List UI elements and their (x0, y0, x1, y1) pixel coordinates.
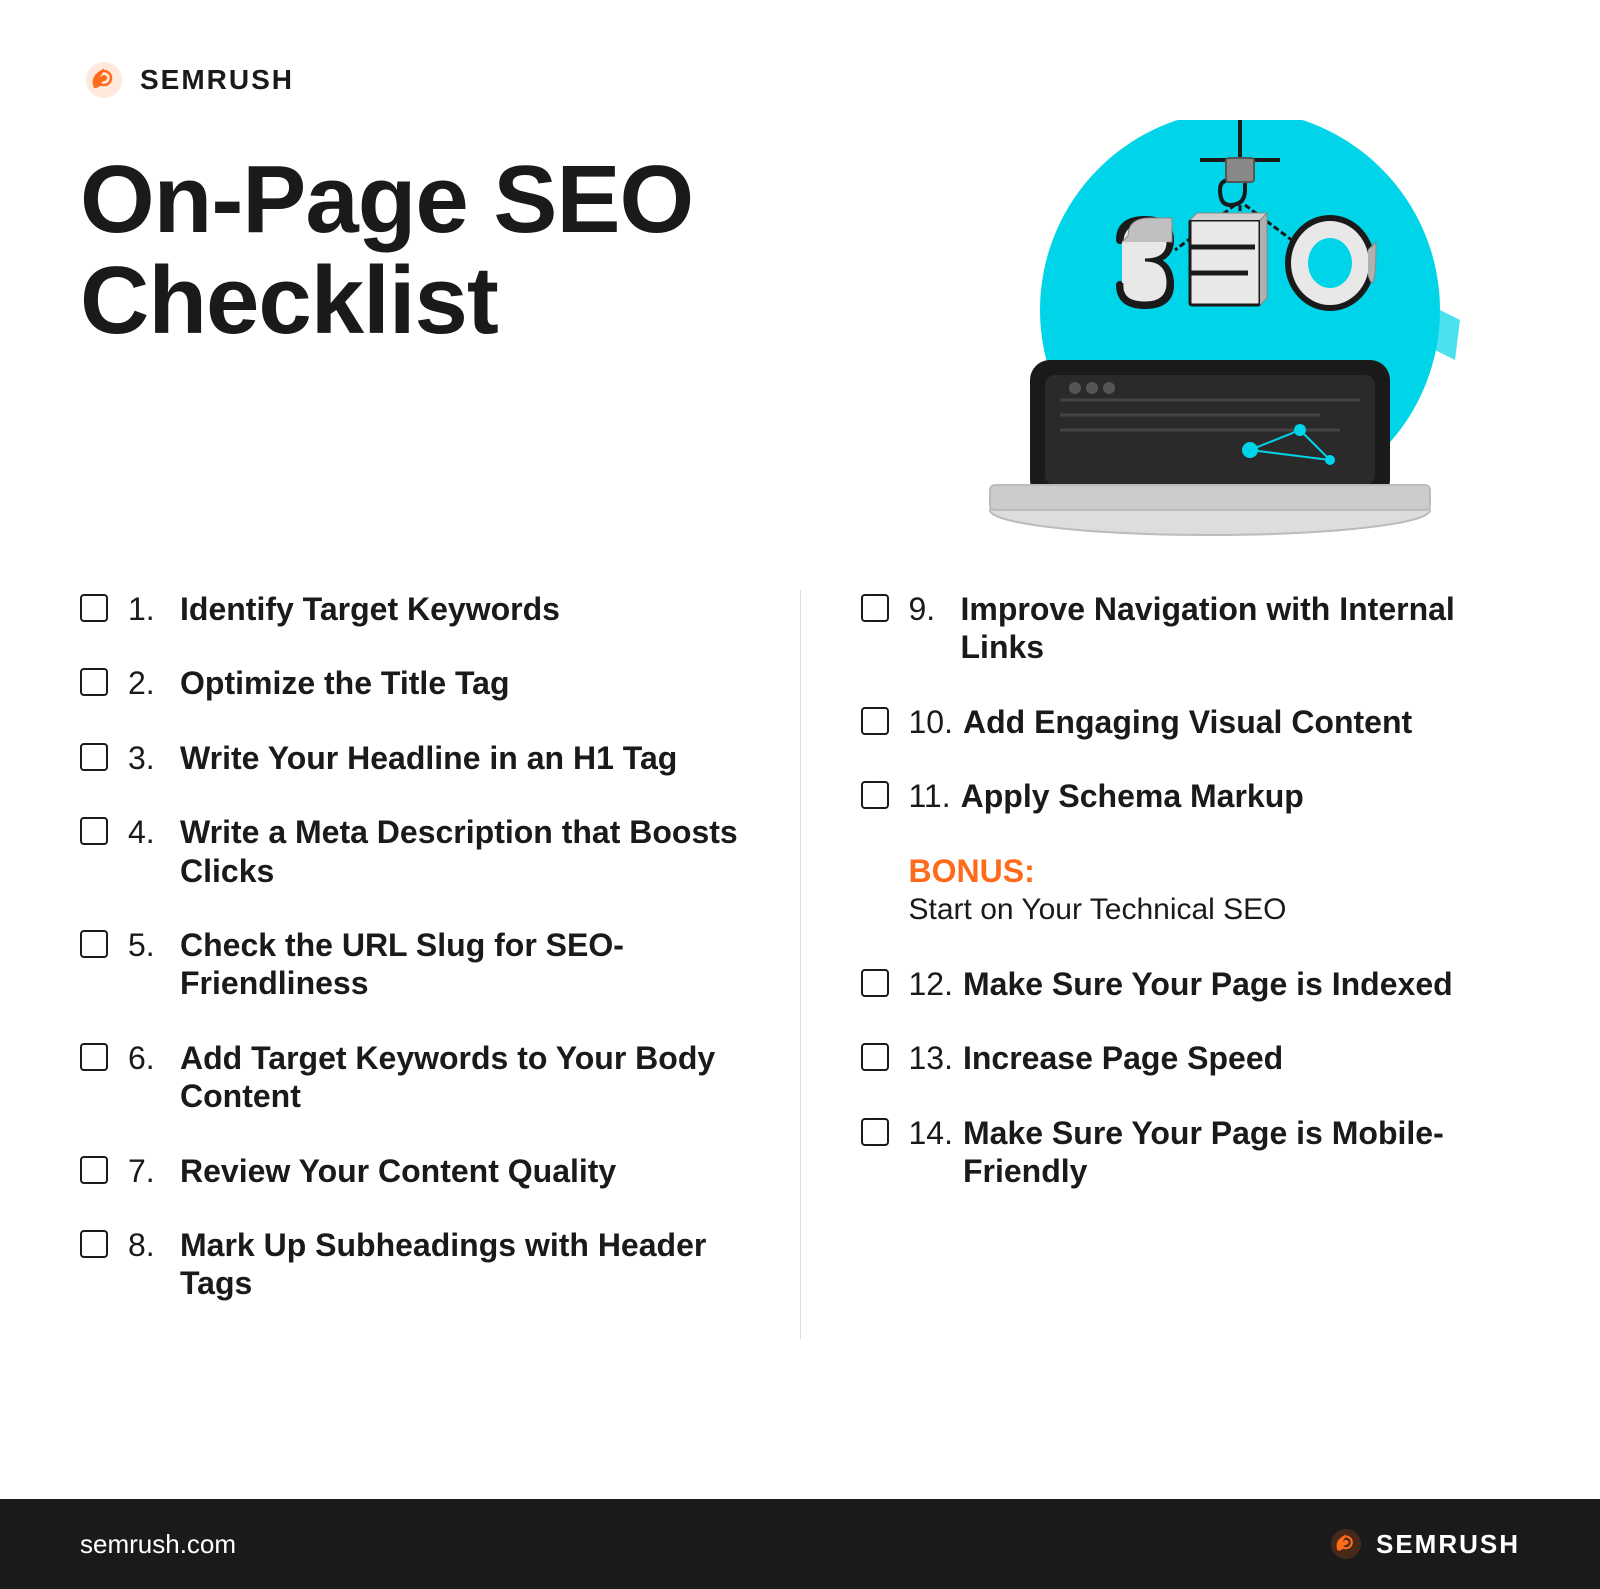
left-checklist-item-2: 2. Optimize the Title Tag (80, 664, 740, 702)
checkbox-r12[interactable] (861, 969, 889, 997)
item-text-1: Identify Target Keywords (180, 590, 560, 628)
left-checklist-item-7: 7. Review Your Content Quality (80, 1152, 740, 1190)
seo-illustration-svg (900, 120, 1520, 540)
semrush-logo-icon (80, 60, 128, 100)
item-content-3: 3. Write Your Headline in an H1 Tag (128, 739, 677, 777)
item-content-r10: 10. Add Engaging Visual Content (909, 703, 1413, 741)
header-logo-text: SEMRUSH (140, 64, 294, 96)
left-checklist-item-8: 8. Mark Up Subheadings with Header Tags (80, 1226, 740, 1303)
bonus-sub: Start on Your Technical SEO (909, 890, 1521, 929)
item-text-4: Write a Meta Description that Boosts Cli… (180, 813, 740, 890)
item-content-5: 5. Check the URL Slug for SEO-Friendline… (128, 926, 740, 1003)
item-text-3: Write Your Headline in an H1 Tag (180, 739, 677, 777)
item-number-8: 8. (128, 1226, 170, 1264)
checkbox-7[interactable] (80, 1156, 108, 1184)
left-checklist-item-6: 6. Add Target Keywords to Your Body Cont… (80, 1039, 740, 1116)
item-number-7: 7. (128, 1152, 170, 1190)
checkbox-4[interactable] (80, 817, 108, 845)
item-text-r11: Apply Schema Markup (961, 777, 1304, 815)
checkbox-r10[interactable] (861, 707, 889, 735)
item-number-r14: 14. (909, 1114, 953, 1152)
item-text-2: Optimize the Title Tag (180, 664, 510, 702)
item-number-2: 2. (128, 664, 170, 702)
item-text-r9: Improve Navigation with Internal Links (961, 590, 1521, 667)
item-content-1: 1. Identify Target Keywords (128, 590, 560, 628)
checkbox-r11[interactable] (861, 781, 889, 809)
checkbox-r9[interactable] (861, 594, 889, 622)
item-number-6: 6. (128, 1039, 170, 1077)
item-text-r14: Make Sure Your Page is Mobile-Friendly (963, 1114, 1520, 1191)
item-content-7: 7. Review Your Content Quality (128, 1152, 616, 1190)
checkbox-8[interactable] (80, 1230, 108, 1258)
checkbox-3[interactable] (80, 743, 108, 771)
item-content-4: 4. Write a Meta Description that Boosts … (128, 813, 740, 890)
logo-area: SEMRUSH (80, 60, 1520, 100)
item-text-6: Add Target Keywords to Your Body Content (180, 1039, 740, 1116)
footer: semrush.com SEMRUSH (0, 1499, 1600, 1589)
left-checklist-item-4: 4. Write a Meta Description that Boosts … (80, 813, 740, 890)
bonus-label: BONUS: (909, 852, 1521, 890)
item-number-r11: 11. (909, 777, 951, 815)
footer-logo: SEMRUSH (1326, 1527, 1520, 1561)
item-number-3: 3. (128, 739, 170, 777)
item-number-r9: 9. (909, 590, 951, 628)
item-content-6: 6. Add Target Keywords to Your Body Cont… (128, 1039, 740, 1116)
checkbox-6[interactable] (80, 1043, 108, 1071)
page-title: On-Page SEO Checklist (80, 150, 693, 352)
item-content-r12: 12. Make Sure Your Page is Indexed (909, 965, 1453, 1003)
right-checklist-item-11: 11. Apply Schema Markup (861, 777, 1521, 815)
checkbox-5[interactable] (80, 930, 108, 958)
right-checklist-item-9: 9. Improve Navigation with Internal Link… (861, 590, 1521, 667)
item-content-r11: 11. Apply Schema Markup (909, 777, 1304, 815)
item-text-7: Review Your Content Quality (180, 1152, 616, 1190)
footer-logo-icon (1326, 1527, 1366, 1561)
main-content: SEMRUSH On-Page SEO Checklist (0, 0, 1600, 1499)
item-text-5: Check the URL Slug for SEO-Friendliness (180, 926, 740, 1003)
item-content-r14: 14. Make Sure Your Page is Mobile-Friend… (909, 1114, 1521, 1191)
item-number-r12: 12. (909, 965, 953, 1003)
left-checklist-item-1: 1. Identify Target Keywords (80, 590, 740, 628)
item-text-r13: Increase Page Speed (963, 1039, 1283, 1077)
hero-section: On-Page SEO Checklist (80, 150, 1520, 540)
item-content-r9: 9. Improve Navigation with Internal Link… (909, 590, 1521, 667)
item-text-r10: Add Engaging Visual Content (963, 703, 1412, 741)
footer-logo-text: SEMRUSH (1376, 1529, 1520, 1560)
item-number-r13: 13. (909, 1039, 953, 1077)
right-checklist-item-14: 14. Make Sure Your Page is Mobile-Friend… (861, 1114, 1521, 1191)
item-text-8: Mark Up Subheadings with Header Tags (180, 1226, 740, 1303)
checkbox-r14[interactable] (861, 1118, 889, 1146)
item-text-r12: Make Sure Your Page is Indexed (963, 965, 1453, 1003)
left-checklist-item-5: 5. Check the URL Slug for SEO-Friendline… (80, 926, 740, 1003)
item-number-4: 4. (128, 813, 170, 851)
hero-image (900, 120, 1520, 540)
right-column: 9. Improve Navigation with Internal Link… (801, 590, 1521, 1227)
checkbox-2[interactable] (80, 668, 108, 696)
item-number-1: 1. (128, 590, 170, 628)
item-content-r13: 13. Increase Page Speed (909, 1039, 1284, 1077)
checklist-section: 1. Identify Target Keywords 2. Optimize … (80, 590, 1520, 1339)
checkbox-1[interactable] (80, 594, 108, 622)
left-checklist-item-3: 3. Write Your Headline in an H1 Tag (80, 739, 740, 777)
footer-url: semrush.com (80, 1529, 236, 1560)
item-number-r10: 10. (909, 703, 953, 741)
item-number-5: 5. (128, 926, 170, 964)
item-content-8: 8. Mark Up Subheadings with Header Tags (128, 1226, 740, 1303)
left-column: 1. Identify Target Keywords 2. Optimize … (80, 590, 800, 1339)
right-checklist-item-12: 12. Make Sure Your Page is Indexed (861, 965, 1521, 1003)
right-checklist-item-10: 10. Add Engaging Visual Content (861, 703, 1521, 741)
checkbox-r13[interactable] (861, 1043, 889, 1071)
item-content-2: 2. Optimize the Title Tag (128, 664, 510, 702)
right-checklist-item-13: 13. Increase Page Speed (861, 1039, 1521, 1077)
bonus-block: BONUS: Start on Your Technical SEO (861, 852, 1521, 929)
page-title-block: On-Page SEO Checklist (80, 150, 693, 352)
